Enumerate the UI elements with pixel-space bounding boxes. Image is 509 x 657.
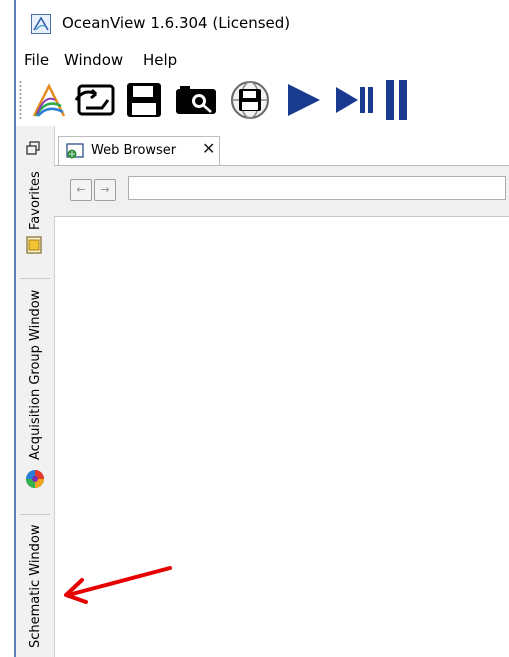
browser-nav-bar: ← → bbox=[54, 166, 509, 217]
tab-web-browser[interactable]: Web Browser ✕ bbox=[58, 136, 220, 165]
save-globe-icon[interactable] bbox=[226, 78, 274, 122]
annotation-arrow bbox=[60, 562, 175, 608]
url-input[interactable] bbox=[128, 176, 506, 200]
pause-icon[interactable] bbox=[382, 78, 414, 122]
menu-help[interactable]: Help bbox=[143, 51, 177, 69]
play-icon[interactable] bbox=[284, 78, 324, 122]
camera-icon[interactable] bbox=[172, 78, 222, 122]
favorites-label: Favorites bbox=[28, 171, 43, 230]
sidebar-tab-schematic-window[interactable]: Schematic Window bbox=[16, 522, 54, 652]
sidebar-divider bbox=[20, 278, 50, 279]
favorites-icon bbox=[26, 236, 42, 254]
main-toolbar bbox=[16, 74, 509, 126]
acquisition-group-icon bbox=[25, 469, 45, 489]
oceanview-app-icon bbox=[31, 14, 51, 34]
toolbar-grip[interactable] bbox=[19, 80, 22, 120]
menu-bar: File Window Help bbox=[16, 48, 509, 72]
sidebar-tab-favorites[interactable]: Favorites bbox=[16, 162, 54, 262]
tab-label: Web Browser bbox=[91, 143, 177, 158]
left-sidebar: Favorites Acquisition Group Window Schem… bbox=[16, 126, 55, 657]
open-schematic-icon[interactable] bbox=[72, 78, 118, 122]
sidebar-divider bbox=[20, 514, 50, 515]
forward-button[interactable]: → bbox=[94, 179, 116, 201]
close-icon[interactable]: ✕ bbox=[202, 140, 215, 158]
editor-tab-strip: Web Browser ✕ bbox=[54, 136, 509, 166]
back-button[interactable]: ← bbox=[70, 179, 92, 201]
restore-panel-icon[interactable] bbox=[26, 140, 40, 155]
play-pause-icon[interactable] bbox=[334, 78, 374, 122]
schematic-window-label: Schematic Window bbox=[28, 524, 43, 648]
save-icon[interactable] bbox=[122, 78, 166, 122]
title-bar: OceanView 1.6.304 (Licensed) bbox=[16, 0, 509, 48]
menu-window[interactable]: Window bbox=[64, 51, 123, 69]
web-browser-icon bbox=[66, 142, 84, 160]
window-title: OceanView 1.6.304 (Licensed) bbox=[62, 14, 291, 32]
menu-file[interactable]: File bbox=[24, 51, 49, 69]
oceanview-logo-icon[interactable] bbox=[31, 78, 67, 122]
sidebar-tab-acquisition-group[interactable]: Acquisition Group Window bbox=[16, 288, 54, 498]
acquisition-group-label: Acquisition Group Window bbox=[28, 289, 43, 460]
